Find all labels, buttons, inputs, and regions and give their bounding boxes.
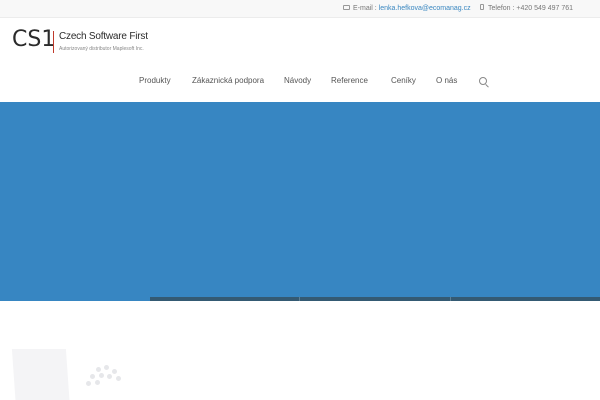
dot <box>96 367 101 372</box>
content-section <box>0 301 600 400</box>
dots-graphic <box>86 365 126 389</box>
logo-divider <box>53 31 54 53</box>
dot <box>107 374 112 379</box>
dot <box>90 374 95 379</box>
phone-number: +420 549 497 761 <box>516 5 574 12</box>
nav-item-produkty[interactable]: Produkty <box>139 76 171 86</box>
site-header: CS1 Czech Software First Autorizovaný di… <box>0 18 600 102</box>
email-link[interactable]: lenka.hefkova@ecomanag.cz <box>379 5 471 12</box>
dot <box>86 381 91 386</box>
dot <box>99 373 104 378</box>
search-icon[interactable] <box>479 77 487 85</box>
dot <box>112 369 117 374</box>
main-nav: Produkty Zákaznická podpora Návody Refer… <box>0 76 600 90</box>
dot <box>116 376 121 381</box>
nav-item-navody[interactable]: Návody <box>284 76 311 86</box>
logo-subtitle: Autorizovaný distributor Maplesoft Inc. <box>59 46 144 52</box>
logo-mark: CS1 <box>12 27 56 52</box>
phone-icon <box>480 4 484 11</box>
email-label: E-mail : <box>353 5 377 12</box>
logo-title: Czech Software First <box>59 31 148 42</box>
mail-icon <box>343 4 350 10</box>
nav-item-o-nas[interactable]: O nás <box>436 76 457 86</box>
nav-item-reference[interactable]: Reference <box>331 76 368 86</box>
nav-item-zakaznicka-podpora[interactable]: Zákaznická podpora <box>192 76 264 86</box>
dot <box>104 365 109 370</box>
top-bar: E-mail : lenka.hefkova@ecomanag.cz Telef… <box>0 0 600 18</box>
document-graphic <box>11 349 71 400</box>
phone-contact: Telefon : +420 549 497 761 <box>480 4 573 14</box>
email-contact: E-mail : lenka.hefkova@ecomanag.cz <box>343 4 471 14</box>
hero-banner <box>0 102 600 301</box>
nav-item-ceniky[interactable]: Ceníky <box>391 76 416 86</box>
dot <box>95 380 100 385</box>
phone-label: Telefon : <box>488 5 515 12</box>
